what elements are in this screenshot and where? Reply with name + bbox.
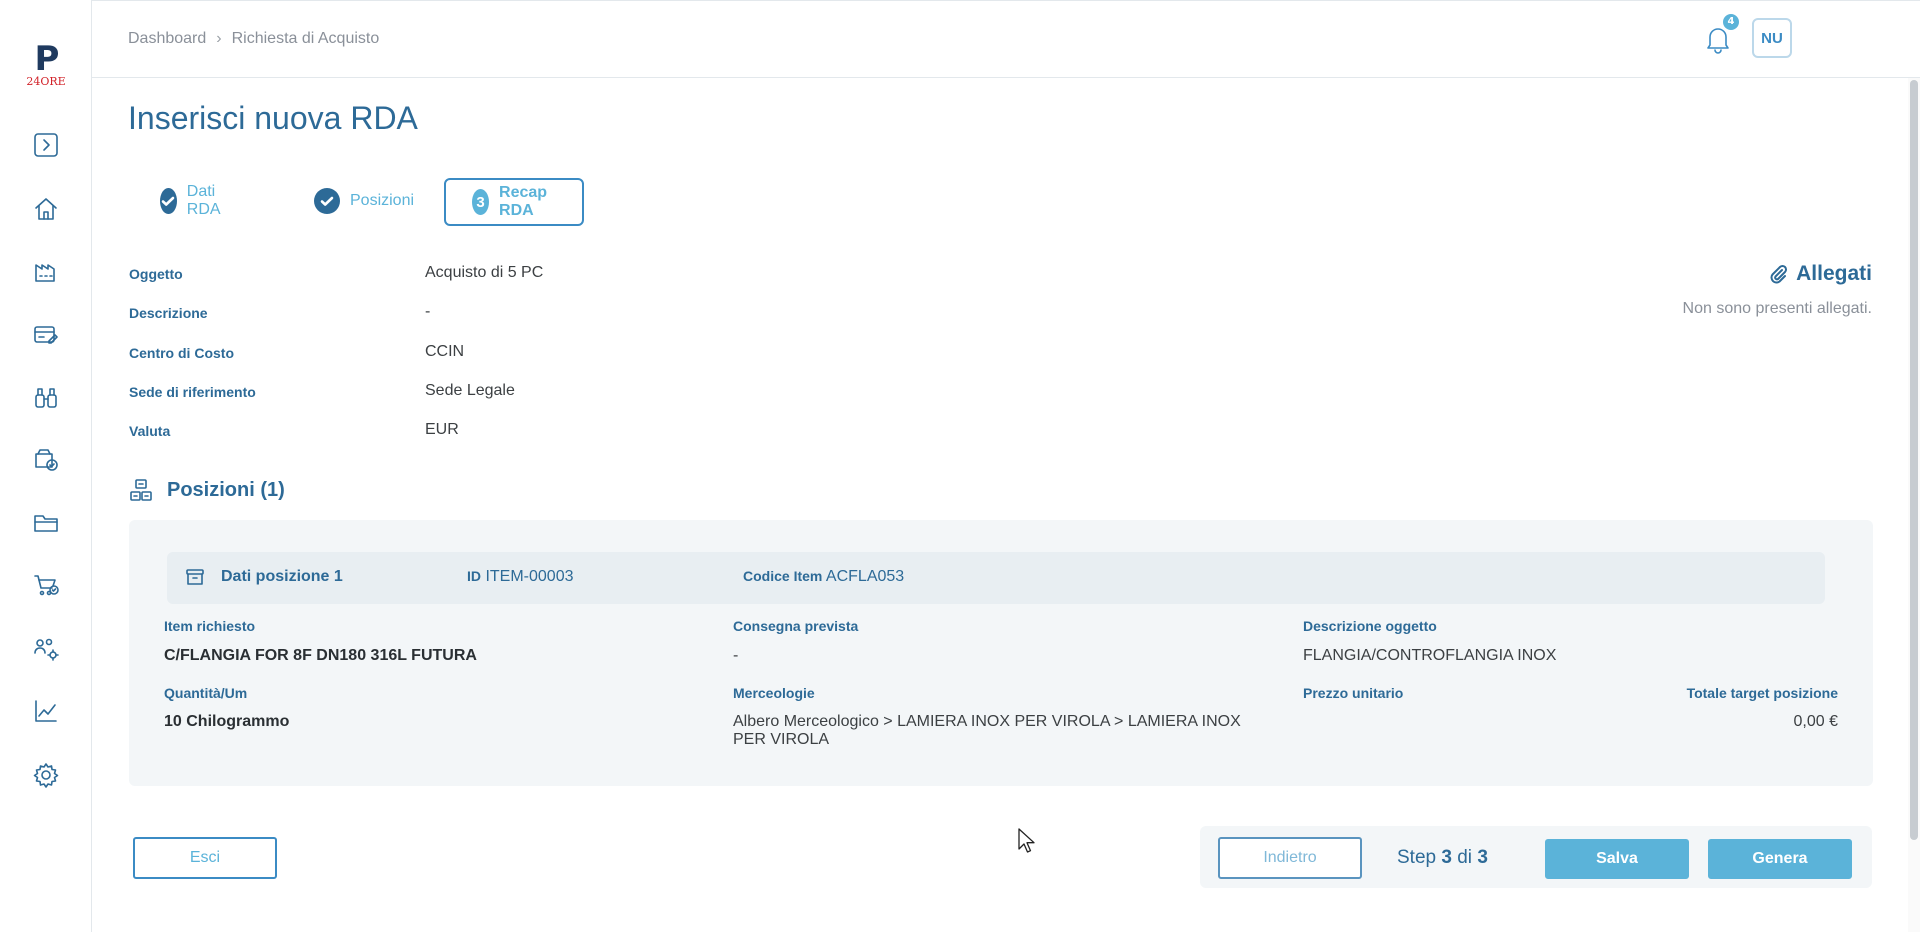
positions-title: Posizioni (1) bbox=[167, 478, 285, 501]
chevron-right-icon: › bbox=[216, 30, 222, 47]
step-prefix: Step bbox=[1397, 847, 1437, 868]
check-icon bbox=[314, 188, 340, 214]
step-current: 3 bbox=[1441, 847, 1452, 868]
field-centro-di-costo: Centro di Costo CCIN bbox=[129, 339, 829, 371]
field-valuta: Valuta EUR bbox=[129, 417, 829, 449]
breadcrumb-dashboard[interactable]: Dashboard bbox=[128, 30, 206, 47]
folder-icon[interactable] bbox=[31, 508, 61, 538]
position-title: Dati posizione 1 bbox=[221, 568, 343, 585]
back-button[interactable]: Indietro bbox=[1218, 837, 1362, 879]
logo-brand: 24ORE bbox=[26, 75, 66, 88]
binoculars-icon[interactable] bbox=[31, 382, 61, 412]
quantity-label: Quantità/Um bbox=[164, 685, 248, 701]
card-edit-icon[interactable] bbox=[31, 320, 61, 350]
attachments-title-text: Allegati bbox=[1796, 262, 1872, 285]
delivery-label: Consegna prevista bbox=[733, 618, 859, 634]
generate-button[interactable]: Genera bbox=[1708, 839, 1852, 879]
position-code-value: ACFLA053 bbox=[825, 568, 905, 585]
step-label: Dati RDA bbox=[186, 183, 221, 218]
app-logo[interactable]: P 24ORE bbox=[24, 40, 68, 90]
page-title: Inserisci nuova RDA bbox=[128, 100, 418, 136]
total-label: Totale target posizione bbox=[1686, 685, 1838, 701]
box-check-icon[interactable] bbox=[31, 444, 61, 474]
scrollbar-thumb[interactable] bbox=[1910, 80, 1918, 840]
notification-badge: 4 bbox=[1723, 14, 1739, 30]
position-id-value: ITEM-00003 bbox=[485, 568, 574, 585]
attachments-title[interactable]: Allegati bbox=[1683, 262, 1872, 286]
cart-check-icon[interactable] bbox=[31, 570, 61, 600]
field-value: Acquisto di 5 PC bbox=[425, 264, 544, 281]
field-label: Sede di riferimento bbox=[129, 384, 256, 400]
breadcrumb: Dashboard › Richiesta di Acquisto bbox=[128, 30, 379, 48]
field-value: Sede Legale bbox=[425, 382, 515, 399]
step-number: 3 bbox=[472, 189, 490, 215]
delivery-value: - bbox=[733, 647, 739, 664]
description-value: FLANGIA/CONTROFLANGIA INOX bbox=[1303, 647, 1557, 664]
chart-line-icon[interactable] bbox=[31, 696, 61, 726]
expand-icon[interactable] bbox=[31, 130, 61, 160]
exit-button[interactable]: Esci bbox=[133, 837, 277, 879]
position-id: ID ITEM-00003 bbox=[467, 568, 574, 586]
field-descrizione: Descrizione - bbox=[129, 299, 829, 331]
save-button[interactable]: Salva bbox=[1545, 839, 1689, 879]
settings-icon[interactable] bbox=[31, 760, 61, 790]
position-id-label: ID bbox=[467, 568, 481, 584]
step-dati-rda[interactable]: Dati RDA bbox=[160, 178, 230, 224]
field-label: Oggetto bbox=[129, 266, 183, 282]
category-label: Merceologie bbox=[733, 685, 815, 701]
category-value-line2: PER VIROLA bbox=[733, 731, 830, 748]
field-sede-di-riferimento: Sede di riferimento Sede Legale bbox=[129, 378, 829, 410]
breadcrumb-current: Richiesta di Acquisto bbox=[231, 30, 380, 47]
factory-icon[interactable] bbox=[31, 256, 61, 286]
quantity-value: 10 Chilogrammo bbox=[164, 713, 290, 730]
home-icon[interactable] bbox=[31, 194, 61, 224]
field-value: EUR bbox=[425, 421, 459, 438]
step-total: 3 bbox=[1477, 847, 1488, 868]
position-code: Codice Item ACFLA053 bbox=[743, 568, 904, 586]
attachments-empty-text: Non sono presenti allegati. bbox=[1682, 300, 1872, 317]
paperclip-icon bbox=[1770, 264, 1788, 284]
position-code-label: Codice Item bbox=[743, 568, 823, 584]
item-label: Item richiesto bbox=[164, 618, 256, 634]
archive-box-icon bbox=[185, 567, 205, 587]
boxes-icon bbox=[130, 479, 152, 501]
field-label: Valuta bbox=[129, 423, 171, 439]
description-label: Descrizione oggetto bbox=[1303, 618, 1437, 634]
step-label: Recap RDA bbox=[499, 184, 548, 219]
step-label: Posizioni bbox=[350, 192, 415, 209]
users-gear-icon[interactable] bbox=[31, 634, 61, 664]
step-recap-rda[interactable]: 3 Recap RDA bbox=[444, 178, 585, 226]
total-value: 0,00 € bbox=[1793, 713, 1838, 730]
field-value: CCIN bbox=[425, 343, 465, 360]
step-posizioni[interactable]: Posizioni bbox=[314, 178, 414, 224]
scrollbar[interactable] bbox=[1908, 78, 1920, 932]
field-value: - bbox=[425, 303, 431, 320]
mouse-cursor-icon bbox=[1018, 828, 1035, 853]
top-header: Dashboard › Richiesta di Acquisto bbox=[92, 0, 1920, 78]
positions-header: Posizioni (1) bbox=[129, 478, 285, 502]
item-value: C/FLANGIA FOR 8F DN180 316L FUTURA bbox=[164, 647, 477, 664]
user-avatar[interactable]: NU bbox=[1752, 18, 1792, 58]
logo-letter: P bbox=[34, 39, 60, 79]
check-icon bbox=[160, 188, 177, 214]
field-label: Centro di Costo bbox=[129, 345, 234, 361]
sidebar: P 24ORE bbox=[0, 0, 92, 932]
category-value-line1: Albero Merceologico > LAMIERA INOX PER V… bbox=[733, 713, 1241, 730]
position-card: Dati posizione 1 ID ITEM-00003 Codice It… bbox=[129, 520, 1873, 786]
position-header-bar: Dati posizione 1 ID ITEM-00003 Codice It… bbox=[167, 552, 1825, 604]
step-sep: di bbox=[1457, 847, 1473, 868]
attachments-section: Allegati Non sono presenti allegati. bbox=[1683, 262, 1872, 318]
unit-price-label: Prezzo unitario bbox=[1303, 685, 1404, 701]
field-oggetto: Oggetto Acquisto di 5 PC bbox=[129, 260, 829, 292]
field-label: Descrizione bbox=[129, 305, 208, 321]
step-counter: Step 3 di 3 bbox=[1397, 847, 1488, 869]
